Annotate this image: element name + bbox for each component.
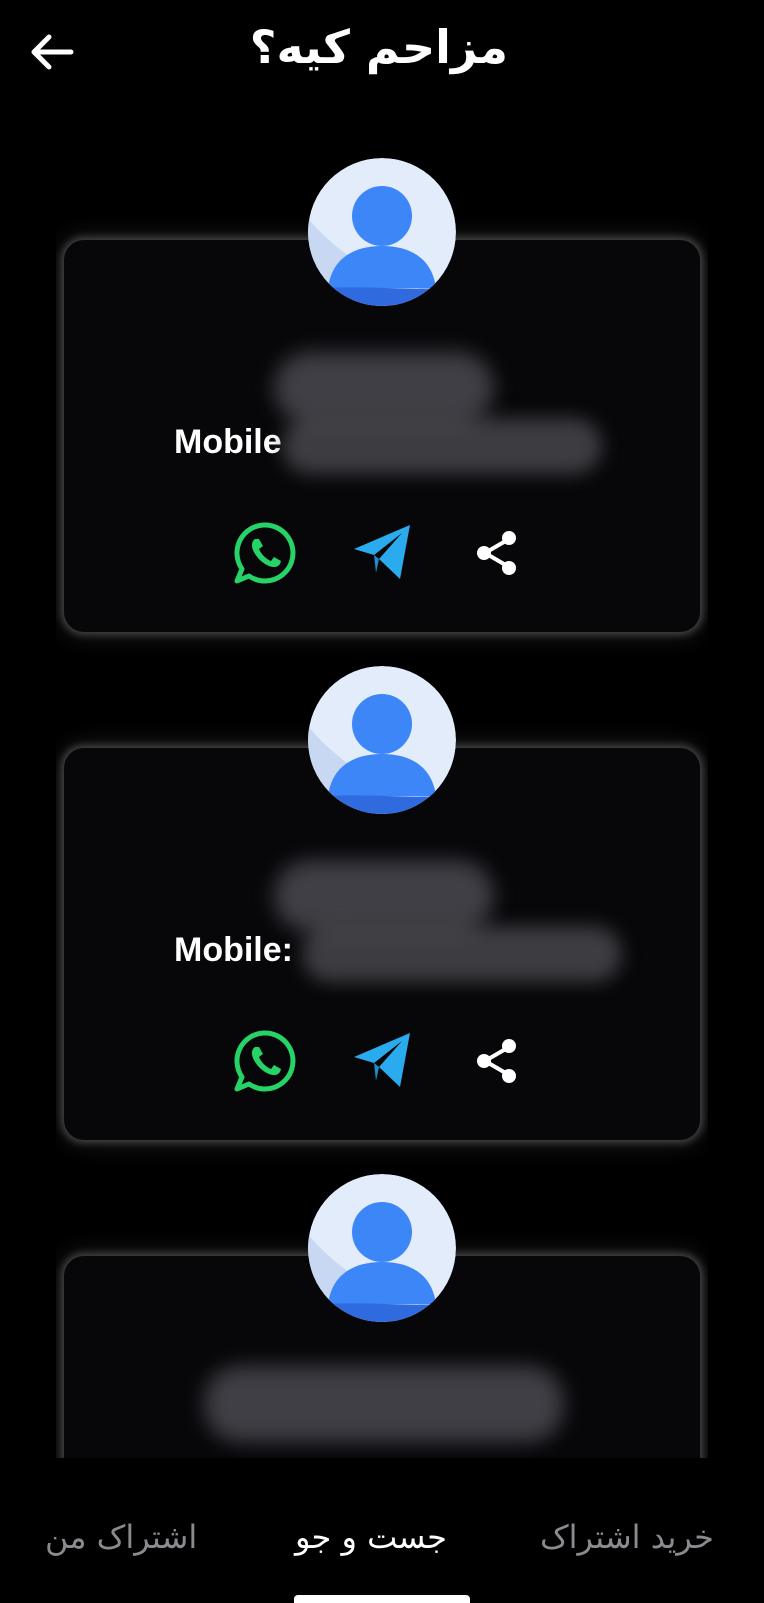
redacted-name [274, 352, 494, 424]
redacted-phone [282, 418, 602, 474]
whatsapp-icon [234, 522, 296, 584]
telegram-icon [354, 525, 410, 579]
avatar [308, 666, 456, 814]
app-bar: مزاحم کیه؟ [0, 0, 764, 110]
mobile-label: Mobile [174, 422, 282, 461]
mobile-row: Mobile: [174, 928, 293, 972]
redacted-phone [302, 926, 622, 982]
nav-buy-subscription[interactable]: خرید اشتراک [540, 1518, 714, 1556]
page-title: مزاحم کیه؟ [249, 20, 508, 74]
avatar [308, 158, 456, 306]
active-tab-indicator [294, 1595, 470, 1603]
redacted-name [274, 860, 494, 932]
nav-my-subscription[interactable]: اشتراک من [45, 1518, 197, 1556]
results-list[interactable]: Mobile Mobile: [56, 150, 708, 1458]
share-icon [477, 1039, 516, 1083]
arrow-left-icon [31, 34, 74, 70]
telegram-button[interactable] [347, 518, 417, 588]
share-button[interactable] [462, 1026, 532, 1096]
nav-search[interactable]: جست و جو [295, 1518, 447, 1556]
redacted-name [204, 1366, 564, 1442]
avatar [308, 1174, 456, 1322]
whatsapp-button[interactable] [230, 518, 300, 588]
whatsapp-icon [234, 1030, 296, 1092]
contact-actions [64, 518, 700, 588]
whatsapp-button[interactable] [230, 1026, 300, 1096]
back-button[interactable] [24, 24, 80, 80]
contact-actions [64, 1026, 700, 1096]
telegram-icon [354, 1033, 410, 1087]
share-button[interactable] [462, 518, 532, 588]
mobile-row: Mobile [174, 420, 282, 464]
telegram-button[interactable] [347, 1026, 417, 1096]
bottom-nav: اشتراک من جست و جو خرید اشتراک [0, 1458, 764, 1603]
mobile-label: Mobile: [174, 930, 293, 969]
share-icon [477, 531, 516, 575]
